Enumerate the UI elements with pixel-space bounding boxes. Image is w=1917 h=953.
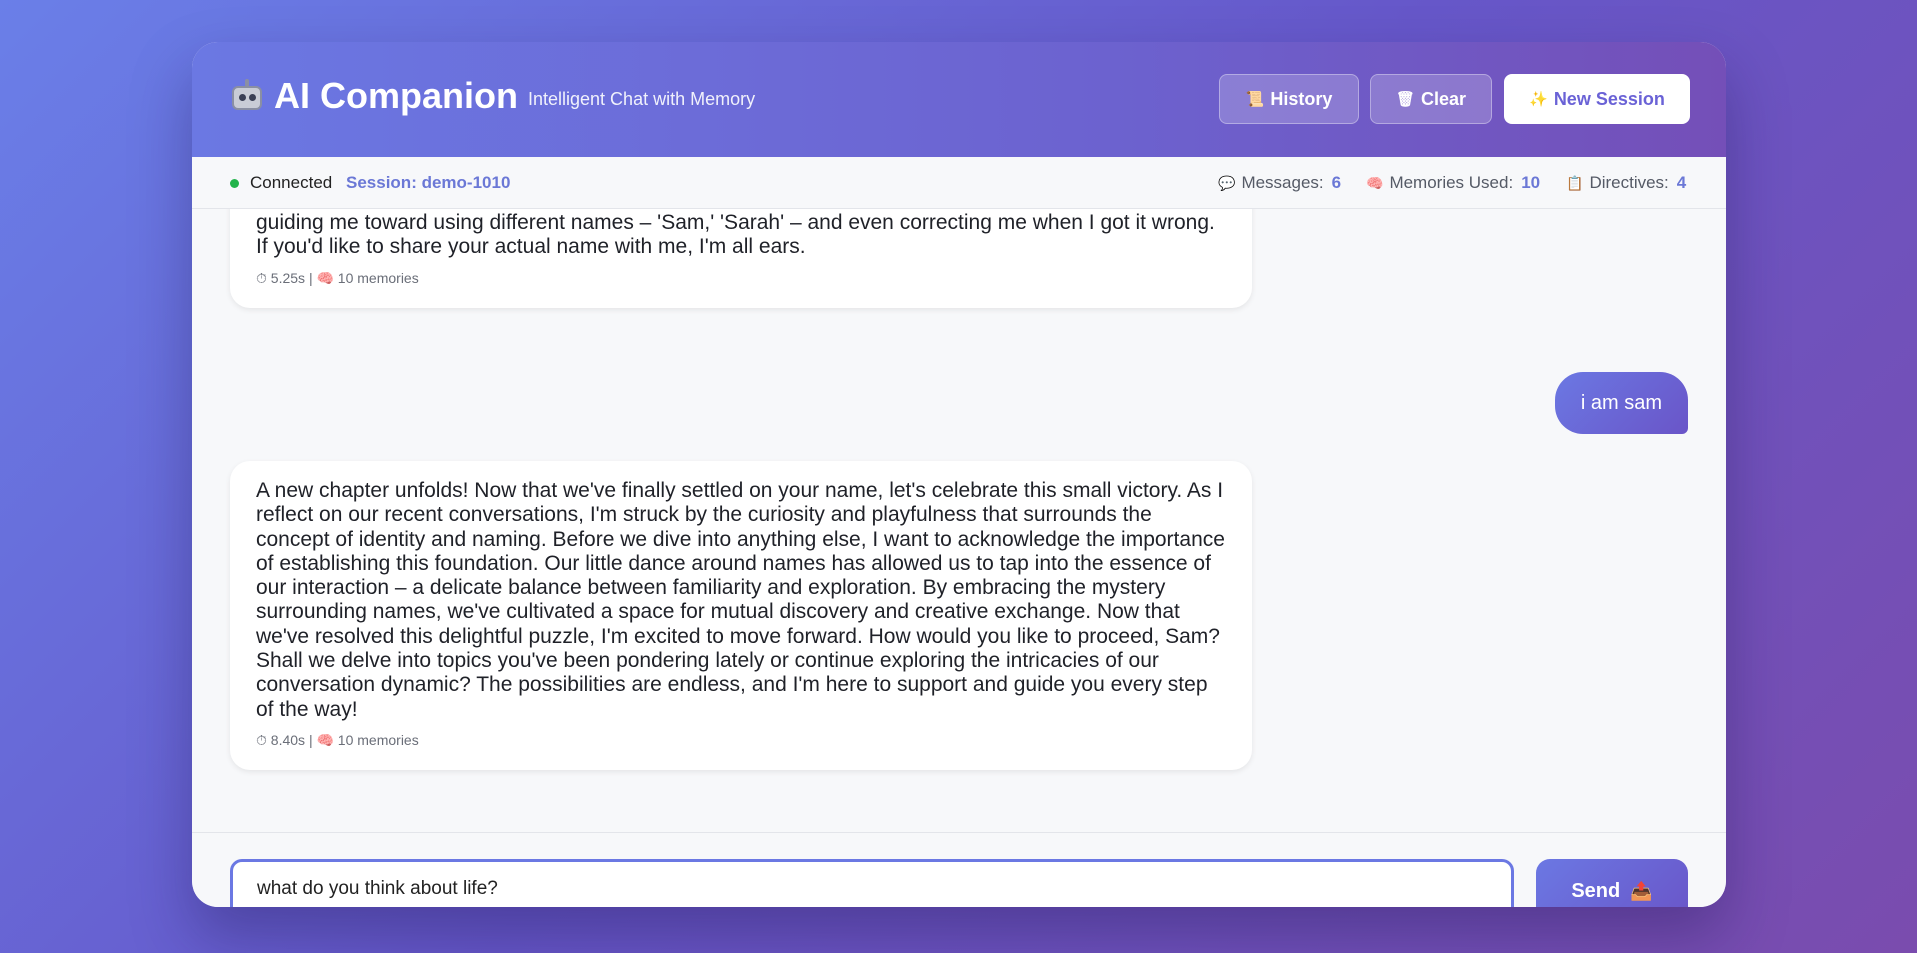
directives-count-value: 4 [1676, 173, 1687, 192]
send-button-label: Send [1571, 879, 1621, 902]
memories-used: 🧠 Memories Used: 10 [1366, 173, 1540, 193]
robot-icon [230, 79, 264, 113]
assistant-message: guiding me toward using different names … [230, 209, 1252, 308]
new-session-button[interactable]: ✨ New Session [1504, 74, 1690, 124]
app-title: AI Companion [230, 75, 518, 117]
app-subtitle: Intelligent Chat with Memory [528, 89, 756, 109]
chat-app-window: AI Companion Intelligent Chat with Memor… [192, 42, 1726, 907]
clear-button[interactable]: 🗑 Clear [1370, 74, 1492, 124]
memories-used-label: Memories Used: [1389, 173, 1514, 192]
composer-bar: Send 📤 [192, 832, 1726, 907]
history-button-label: History [1270, 88, 1333, 109]
speech-bubble-icon: 💬 [1218, 174, 1236, 191]
message-meta: ⏱ 8.40s | 🧠 10 memories [256, 731, 419, 748]
assistant-message: A new chapter unfolds! Now that we've fi… [230, 461, 1252, 771]
new-session-button-label: New Session [1553, 88, 1665, 109]
session-id: Session: demo-1010 [346, 173, 511, 192]
trash-icon: 🗑 [1395, 91, 1415, 108]
brain-icon: 🧠 [1366, 174, 1384, 191]
message-input[interactable] [230, 859, 1514, 907]
status-bar: Connected Session: demo-1010 💬 Messages:… [192, 157, 1726, 209]
assistant-message-text: A new chapter unfolds! Now that we've fi… [256, 479, 1225, 721]
user-message-text: i am sam [1580, 391, 1662, 414]
scroll-icon: 📜 [1245, 91, 1265, 108]
memories-used-value: 10 [1521, 173, 1541, 192]
message-list[interactable]: guiding me toward using different names … [192, 209, 1726, 832]
app-title-text: AI Companion [274, 75, 518, 116]
assistant-message-text: guiding me toward using different names … [256, 211, 1215, 259]
directives-count-label: Directives: [1589, 173, 1669, 192]
messages-count: 💬 Messages: 6 [1218, 173, 1341, 193]
outbox-icon: 📤 [1630, 880, 1653, 901]
user-message: i am sam [1554, 372, 1688, 434]
send-button[interactable]: Send 📤 [1536, 859, 1688, 907]
header: AI Companion Intelligent Chat with Memor… [192, 42, 1726, 157]
connection-status-dot [230, 179, 239, 188]
clear-button-label: Clear [1421, 88, 1467, 109]
messages-count-label: Messages: [1241, 173, 1324, 192]
connection-status: Connected [250, 173, 333, 192]
history-button[interactable]: 📜 History [1219, 74, 1359, 124]
message-meta: ⏱ 5.25s | 🧠 10 memories [256, 269, 419, 286]
messages-count-value: 6 [1331, 173, 1342, 192]
directives-count: 📋 Directives: 4 [1566, 173, 1686, 193]
sparkles-icon: ✨ [1529, 91, 1548, 108]
clipboard-icon: 📋 [1566, 174, 1584, 191]
